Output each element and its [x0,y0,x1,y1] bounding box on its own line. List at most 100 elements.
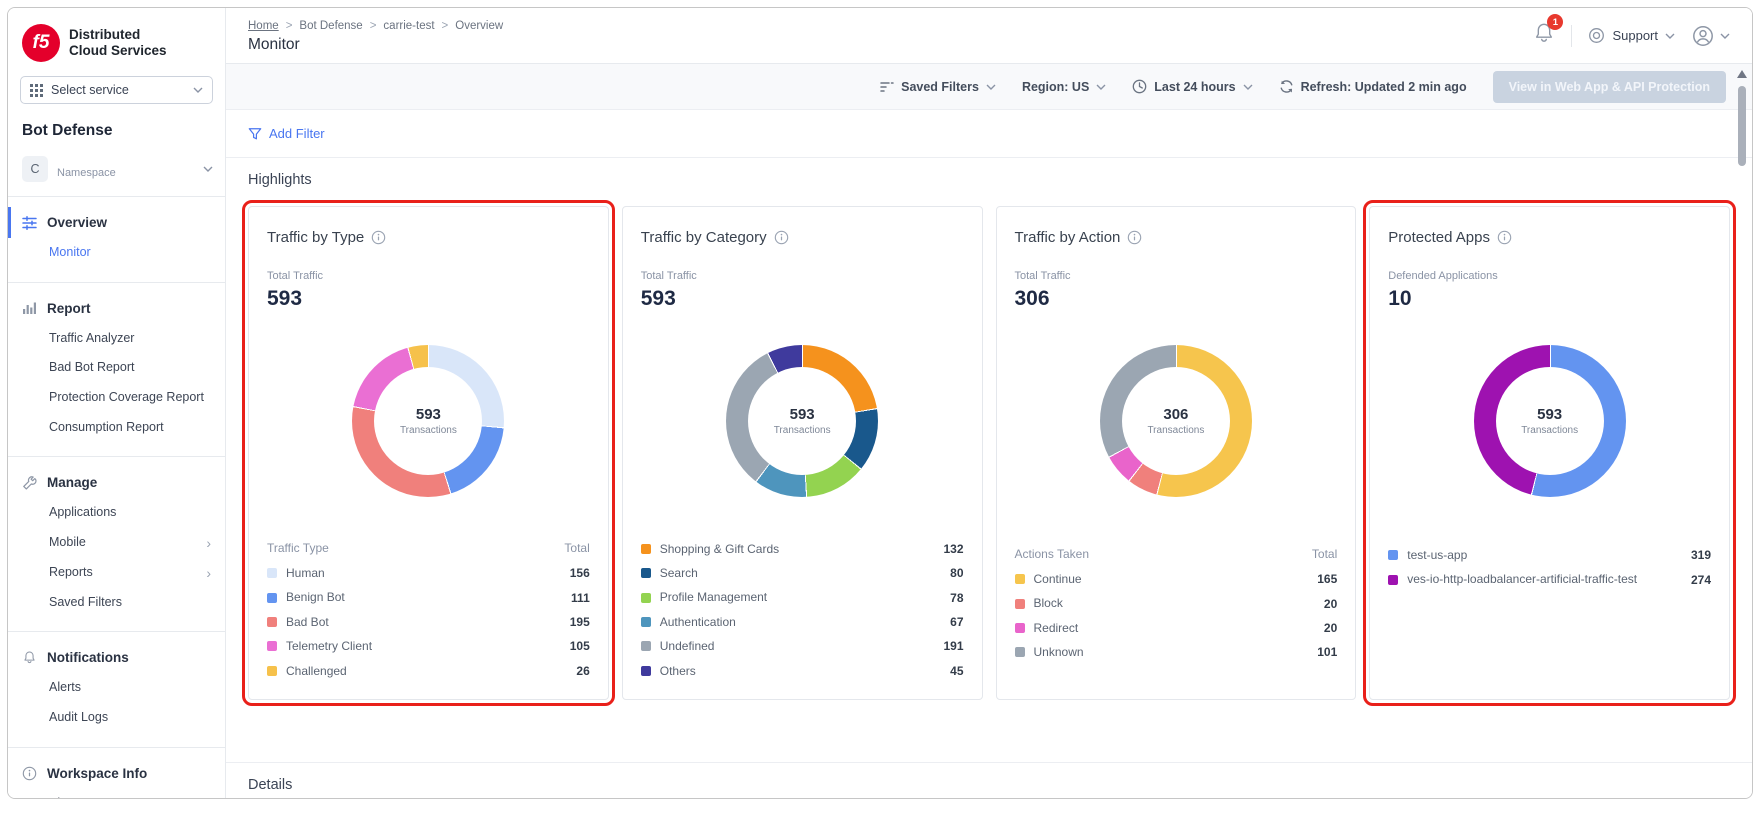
legend-row[interactable]: Telemetry Client105 [267,634,590,658]
sidebar-item-bad-bot-report[interactable]: Bad Bot Report [8,353,225,383]
breadcrumb-item: Bot Defense [299,20,362,32]
donut-chart[interactable]: 593 Transactions [1474,345,1626,497]
notifications-bell-button[interactable]: 1 [1533,21,1555,50]
legend-swatch-icon [641,593,651,603]
sidebar-item-report[interactable]: Report [8,293,225,324]
legend-row[interactable]: Others45 [641,659,964,683]
chart-legend: Actions TakenTotalContinue165Block20Redi… [1015,543,1338,665]
report-icon [22,301,37,315]
legend-row[interactable]: Continue 165 [1015,567,1338,591]
legend-row[interactable]: Bad Bot195 [267,610,590,634]
details-section-title: Details [226,763,1752,793]
user-avatar-icon [1691,24,1715,48]
legend-row[interactable]: Profile Management 78 [641,585,964,609]
sidebar-item-overview[interactable]: Overview [8,207,225,238]
legend-row[interactable]: Search80 [641,561,964,585]
sidebar-item-label: Report [47,301,91,316]
time-range-dropdown[interactable]: Last 24 hours [1132,79,1252,94]
filter-lines-icon [880,81,894,93]
add-filter-button[interactable]: Add Filter [248,126,325,141]
vertical-scrollbar[interactable] [1737,70,1747,770]
select-service-dropdown[interactable]: Select service [20,76,213,104]
highlights-cards: Traffic by Type Total Traffic 593 593 Tr… [226,198,1752,700]
namespace-dropdown[interactable]: C Namespace [8,144,225,196]
sidebar-section-overview: Overview Monitor [8,197,225,283]
legend-header-total: Total [1312,547,1337,561]
legend-swatch-icon [641,544,651,554]
breadcrumb-item[interactable]: Home [248,20,279,32]
chevron-down-icon [1243,84,1253,90]
sidebar-item-mobile[interactable]: Mobile› [8,528,225,558]
sidebar-item-monitor[interactable]: Monitor [8,238,225,268]
scrollbar-thumb[interactable] [1738,86,1746,166]
legend-row[interactable]: Unknown101 [1015,640,1338,664]
sidebar-item-consumption-report[interactable]: Consumption Report [8,413,225,443]
saved-filters-dropdown[interactable]: Saved Filters [880,80,996,94]
refresh-icon [1279,79,1294,94]
info-icon[interactable] [1497,230,1512,245]
legend-label: Profile Management [660,590,941,604]
legend-value: 165 [1317,572,1337,586]
sidebar-item-alerts[interactable]: Alerts [8,673,225,703]
legend-value: 20 [1324,597,1337,611]
chevron-right-icon: › [206,535,211,551]
sidebar-item-audit-logs[interactable]: Audit Logs [8,703,225,733]
legend-row[interactable]: Human156 [267,561,590,585]
donut-chart[interactable]: 593 Transactions [352,345,504,497]
legend-row[interactable]: Redirect20 [1015,616,1338,640]
legend-row[interactable]: ves-io-http-loadbalancer-artificial-traf… [1388,567,1711,591]
sidebar-item-protection-coverage-report[interactable]: Protection Coverage Report [8,383,225,413]
overview-icon [22,216,37,230]
sidebar-item-label: Workspace Info [47,766,147,781]
sidebar-item-applications[interactable]: Applications [8,498,225,528]
legend-swatch-icon [641,666,651,676]
scroll-up-arrow-icon[interactable] [1737,70,1747,78]
sidebar-item-saved-filters[interactable]: Saved Filters [8,588,225,618]
legend-label: Undefined [660,639,935,653]
card-traffic-by-action: Traffic by Action Total Traffic 306 306 … [996,206,1357,700]
card-title: Traffic by Type [267,229,364,246]
legend-row[interactable]: Benign Bot111 [267,585,590,609]
sidebar-item-reports[interactable]: Reports› [8,558,225,588]
legend-label: Unknown [1034,645,1309,659]
support-menu[interactable]: Support [1588,27,1675,44]
brand-name-line2: Cloud Services [69,43,167,59]
info-icon[interactable] [371,230,386,245]
legend-value: 78 [950,591,963,605]
info-icon[interactable] [1127,230,1142,245]
legend-label: Human [286,566,561,580]
region-dropdown[interactable]: Region: US [1022,80,1106,94]
clock-icon [1132,79,1147,94]
sidebar-item-manage[interactable]: Manage [8,467,225,498]
legend-row[interactable]: Challenged26 [267,659,590,683]
card-protected-apps: Protected Apps Defended Applications 10 … [1369,206,1730,700]
legend-swatch-icon [267,617,277,627]
sidebar-subitem-label: About [49,796,211,799]
refresh-button[interactable]: Refresh: Updated 2 min ago [1279,79,1467,94]
donut-center: 306 Transactions [1122,367,1230,475]
sidebar-item-notifications[interactable]: Notifications [8,642,225,673]
legend-label: Continue [1034,572,1309,586]
sidebar-item-traffic-analyzer[interactable]: Traffic Analyzer [8,324,225,354]
legend-value: 20 [1324,621,1337,635]
donut-chart[interactable]: 306 Transactions [1100,345,1252,497]
legend-row[interactable]: test-us-app319 [1388,543,1711,567]
legend-label: test-us-app [1407,548,1682,562]
account-menu[interactable] [1691,24,1730,48]
legend-swatch-icon [641,568,651,578]
legend-swatch-icon [1015,623,1025,633]
sidebar-item-about[interactable]: About [8,789,225,799]
legend-label: Search [660,566,941,580]
sidebar-item-workspace-info[interactable]: Workspace Info [8,758,225,789]
info-icon[interactable] [774,230,789,245]
chart-legend: Shopping & Gift Cards132Search80Profile … [641,537,964,683]
view-in-waap-button[interactable]: View in Web App & API Protection [1493,71,1726,103]
legend-row[interactable]: Undefined191 [641,634,964,658]
header-divider [1571,25,1572,47]
region-label: Region: US [1022,80,1089,94]
legend-row[interactable]: Shopping & Gift Cards132 [641,537,964,561]
legend-row[interactable]: Authentication67 [641,610,964,634]
sidebar-subitem-label: Monitor [49,245,211,261]
legend-row[interactable]: Block20 [1015,591,1338,615]
donut-chart[interactable]: 593 Transactions [726,345,878,497]
